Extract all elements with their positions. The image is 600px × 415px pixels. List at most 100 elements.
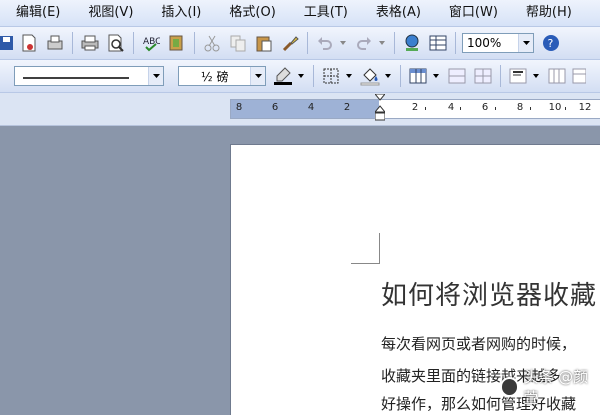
align-dropdown[interactable] [531,65,541,87]
cut-button[interactable] [201,32,223,54]
ruler-tick [565,107,566,110]
ruler-number: 2 [343,102,351,113]
ruler-number: 4 [307,102,315,113]
chevron-down-icon [346,74,352,78]
menu-view[interactable]: 视图(V) [74,0,147,26]
tables-borders-button[interactable] [427,32,449,54]
ruler-tick [530,107,531,110]
border-color-button[interactable] [272,65,294,87]
text-boundary-corner [351,233,380,264]
printer-mail-icon [47,35,63,50]
redo-dropdown[interactable] [377,32,387,54]
chevron-down-icon [533,74,539,78]
ruler-number: 10 [548,102,562,113]
format-painter-button[interactable] [279,32,301,54]
distribute-rows-icon [548,68,566,84]
watermark-text: 头条 @颜萱 [523,368,589,407]
line-style-value [15,69,148,83]
permission-button[interactable] [18,32,40,54]
insert-table-dropdown[interactable] [431,65,441,87]
merge-cells-icon [448,68,466,84]
save-button[interactable] [0,32,14,54]
menu-format[interactable]: 格式(O) [215,0,289,26]
chevron-down-icon [254,74,262,78]
indent-marker[interactable] [375,94,385,124]
spell-check-icon: ABC [143,37,160,52]
borders-button[interactable] [320,65,342,87]
document-line: 每次看网页或者网购的时候， [381,335,577,353]
help-button[interactable]: ? [540,32,562,54]
ruler-number: 12 [578,102,592,113]
watermark-logo-icon [500,377,520,397]
print-preview-icon [108,34,124,52]
borders-dropdown[interactable] [344,65,354,87]
line-style-combo[interactable] [14,66,164,86]
copy-button[interactable] [227,32,249,54]
border-color-dropdown[interactable] [296,65,306,87]
split-cells-button[interactable] [472,65,494,87]
distribute-columns-icon [572,68,586,84]
research-icon [169,35,183,51]
line-weight-value: ½ 磅 [201,69,229,84]
ruler-tick [425,107,426,110]
email-button[interactable] [44,32,66,54]
menu-table[interactable]: 表格(A) [362,0,435,26]
print-button[interactable] [79,32,101,54]
horizontal-ruler: 8 6 4 2 2 4 6 8 10 12 [0,93,600,126]
pen-color-icon [274,67,292,85]
scissors-icon [204,35,220,52]
menu-insert[interactable]: 插入(I) [147,0,215,26]
align-button[interactable] [507,65,529,87]
chevron-down-icon [298,74,304,78]
undo-dropdown[interactable] [338,32,348,54]
menu-window[interactable]: 窗口(W) [435,0,512,26]
ruler-number: 6 [481,102,489,113]
chevron-down-icon [379,41,385,45]
help-icon: ? [543,35,559,51]
document-title: 如何将浏览器收藏 [381,281,598,311]
toolbar-separator [133,32,134,54]
menu-tools[interactable]: 工具(T) [290,0,362,26]
distribute-rows-button[interactable] [546,65,568,87]
shading-button[interactable] [359,65,381,87]
hyperlink-button[interactable] [401,32,423,54]
line-weight-combo[interactable]: ½ 磅 [178,66,266,86]
ruler-number: 6 [271,102,279,113]
paint-bucket-icon [360,68,380,86]
chevron-down-icon [433,74,439,78]
document-lock-icon [22,34,36,52]
paste-button[interactable] [253,32,275,54]
insert-table-button[interactable] [407,65,429,87]
redo-icon [357,37,371,50]
toolbar-separator [394,32,395,54]
line-style-dropdown[interactable] [148,67,163,85]
standard-toolbar: ABC 100% ? [0,27,600,60]
ruler-number: 2 [411,102,419,113]
toolbar-separator [500,65,501,87]
toolbar-separator [307,32,308,54]
undo-button[interactable] [314,32,336,54]
research-button[interactable] [166,32,188,54]
ruler-number: 8 [235,102,243,113]
zoom-dropdown-button[interactable] [518,34,533,52]
chevron-down-icon [522,41,530,45]
distribute-columns-button[interactable] [572,65,586,87]
spelling-button[interactable]: ABC [140,32,162,54]
shading-dropdown[interactable] [383,65,393,87]
print-preview-button[interactable] [105,32,127,54]
line-weight-dropdown[interactable] [250,67,265,85]
toolbar-separator [400,65,401,87]
zoom-combo[interactable]: 100% [462,33,534,53]
table-icon [409,68,427,84]
menu-help[interactable]: 帮助(H) [512,0,586,26]
ruler-number: 8 [516,102,524,113]
clipboard-icon [256,36,272,52]
svg-text:ABC: ABC [143,37,160,47]
redo-button[interactable] [353,32,375,54]
ruler-bar[interactable]: 8 6 4 2 2 4 6 8 10 12 [230,94,600,121]
menu-edit[interactable]: 编辑(E) [0,0,74,26]
split-cells-icon [474,68,492,84]
chevron-down-icon [340,41,346,45]
merge-cells-button[interactable] [446,65,468,87]
watermark: 头条 @颜萱 [500,366,600,408]
